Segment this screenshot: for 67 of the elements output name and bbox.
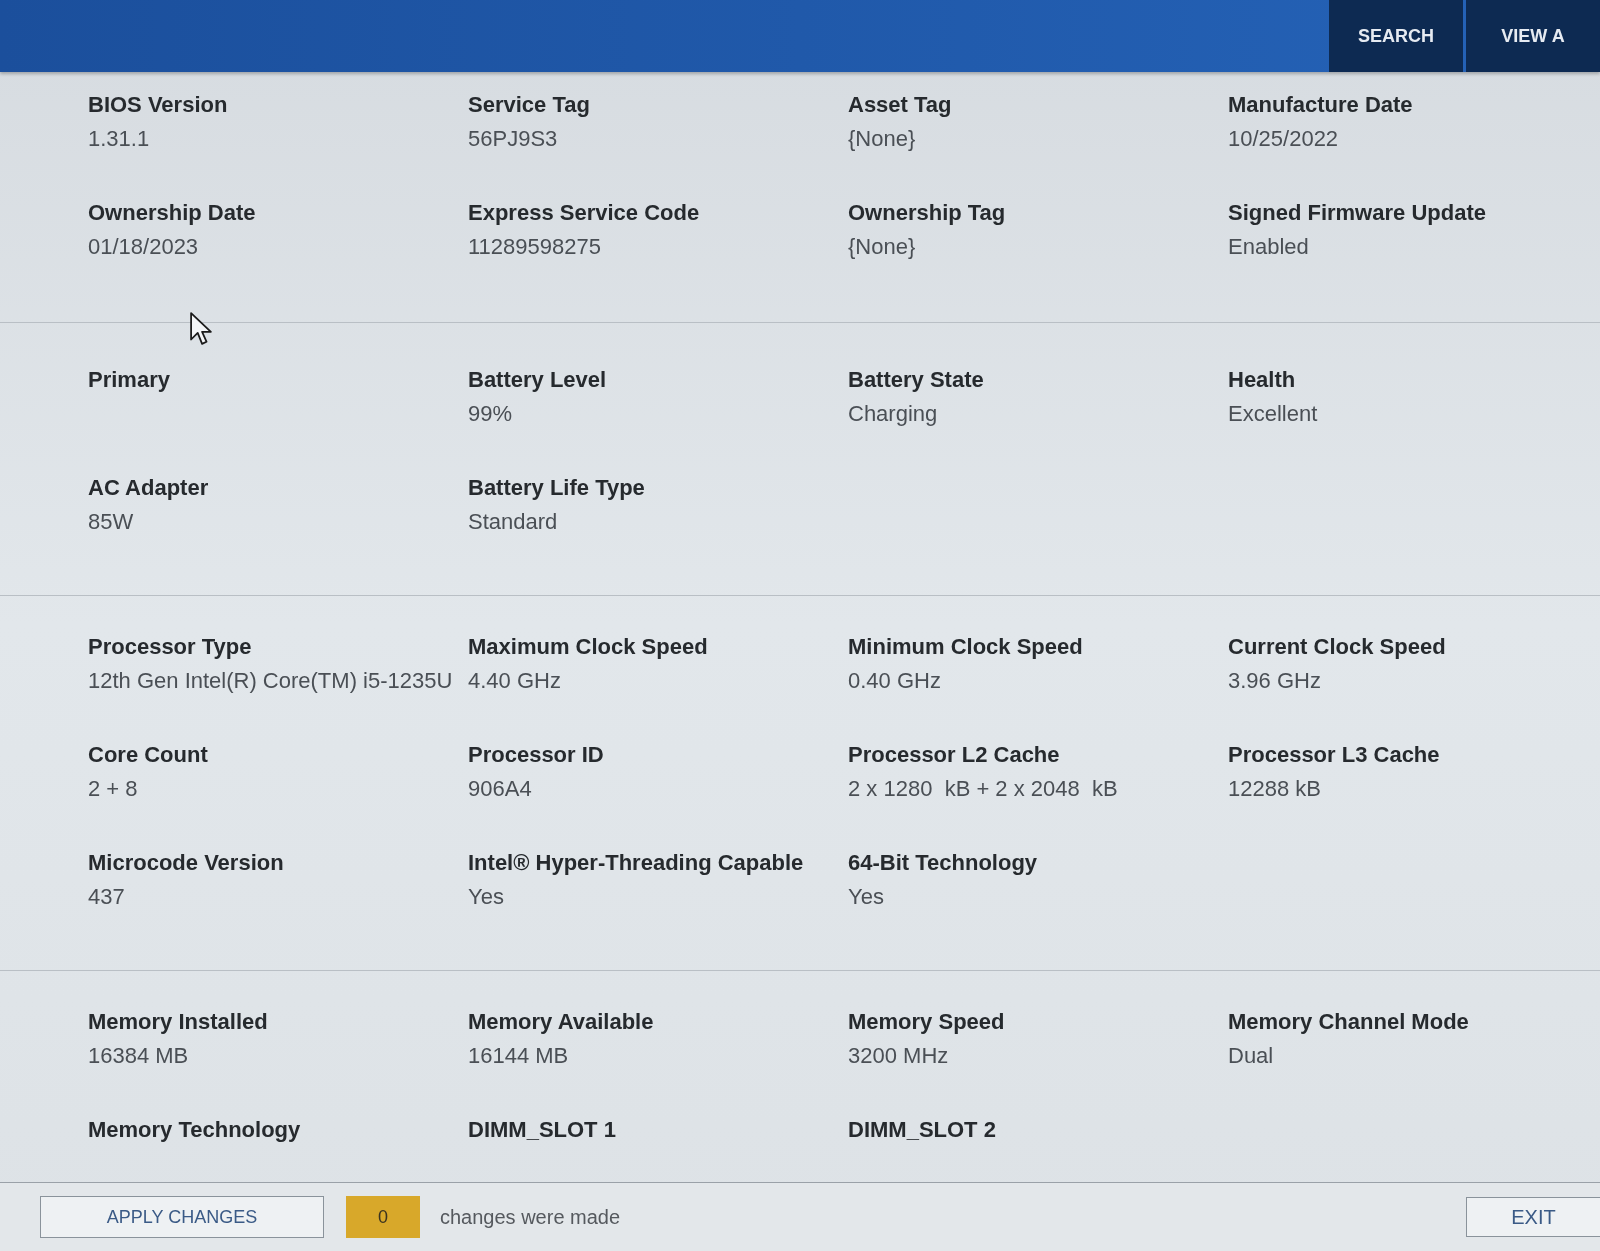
field-label: Processor L3 Cache: [1228, 742, 1440, 768]
field-value: 2 x 1280 kB + 2 x 2048 kB: [848, 776, 1118, 802]
field-label: Memory Technology: [88, 1117, 301, 1143]
field-value: {None}: [848, 126, 916, 152]
field-label: Memory Speed: [848, 1009, 1005, 1035]
cursor-icon: [190, 312, 212, 345]
field-value: 12288 kB: [1228, 776, 1321, 802]
field-label: Intel® Hyper-Threading Capable: [468, 850, 804, 876]
field-value: 01/18/2023: [88, 234, 199, 260]
field-value: 10/25/2022: [1228, 126, 1339, 152]
field-label: Core Count: [88, 742, 208, 768]
field-label: Battery State: [848, 367, 984, 393]
field-label: BIOS Version: [88, 92, 228, 118]
field-label: Battery Level: [468, 367, 607, 393]
field-label: Current Clock Speed: [1228, 634, 1446, 660]
field-label: Memory Installed: [88, 1009, 268, 1035]
field-label: Service Tag: [468, 92, 590, 118]
field-value: Excellent: [1228, 401, 1318, 427]
field-label: Processor Type: [88, 634, 252, 660]
field-value: 3200 MHz: [848, 1043, 949, 1069]
field-label: Signed Firmware Update: [1228, 200, 1486, 226]
field-label: Health: [1228, 367, 1296, 393]
field-value: Dual: [1228, 1043, 1274, 1069]
field-label: Ownership Date: [88, 200, 256, 226]
field-label: Battery Life Type: [468, 475, 645, 501]
field-label: Manufacture Date: [1228, 92, 1413, 118]
change-count: 0: [346, 1196, 420, 1238]
field-value: {None}: [848, 234, 916, 260]
field-label: 64-Bit Technology: [848, 850, 1038, 876]
field-value: 2 + 8: [88, 776, 138, 802]
field-label: Ownership Tag: [848, 200, 1006, 226]
field-label: Asset Tag: [848, 92, 952, 118]
field-value: 85W: [88, 509, 134, 535]
field-value: 437: [88, 884, 125, 910]
field-label: Microcode Version: [88, 850, 284, 876]
field-value: 3.96 GHz: [1228, 668, 1321, 694]
field-value: Yes: [468, 884, 504, 910]
field-value: Yes: [848, 884, 884, 910]
field-value: 906A4: [468, 776, 532, 802]
exit-button[interactable]: EXIT: [1466, 1197, 1600, 1237]
field-label: DIMM_SLOT 2: [848, 1117, 996, 1143]
field-label: Maximum Clock Speed: [468, 634, 708, 660]
field-value: Charging: [848, 401, 938, 427]
field-value: Standard: [468, 509, 558, 535]
field-value: 16144 MB: [468, 1043, 569, 1069]
field-value: 1.31.1: [88, 126, 150, 152]
field-value: 0.40 GHz: [848, 668, 941, 694]
field-value: 16384 MB: [88, 1043, 189, 1069]
field-value: 4.40 GHz: [468, 668, 561, 694]
nav-tab[interactable]: VIEW A: [1466, 0, 1600, 72]
field-label: DIMM_SLOT 1: [468, 1117, 616, 1143]
field-value: Enabled: [1228, 234, 1309, 260]
field-label: Express Service Code: [468, 200, 700, 226]
field-value: 56PJ9S3: [468, 126, 558, 152]
nav-tab[interactable]: SEARCH: [1329, 0, 1463, 72]
field-label: Memory Channel Mode: [1228, 1009, 1469, 1035]
field-label: Processor ID: [468, 742, 604, 768]
field-label: Minimum Clock Speed: [848, 634, 1083, 660]
changes-text: changes were made: [440, 1205, 621, 1229]
field-label: Memory Available: [468, 1009, 654, 1035]
apply-changes-button[interactable]: APPLY CHANGES: [40, 1196, 324, 1238]
field-value: 99%: [468, 401, 513, 427]
field-value: 11289598275: [468, 234, 601, 260]
field-value: 12th Gen Intel(R) Core(TM) i5-1235U: [88, 668, 453, 694]
field-label: Processor L2 Cache: [848, 742, 1060, 768]
field-label: Primary: [88, 367, 170, 393]
field-label: AC Adapter: [88, 475, 209, 501]
